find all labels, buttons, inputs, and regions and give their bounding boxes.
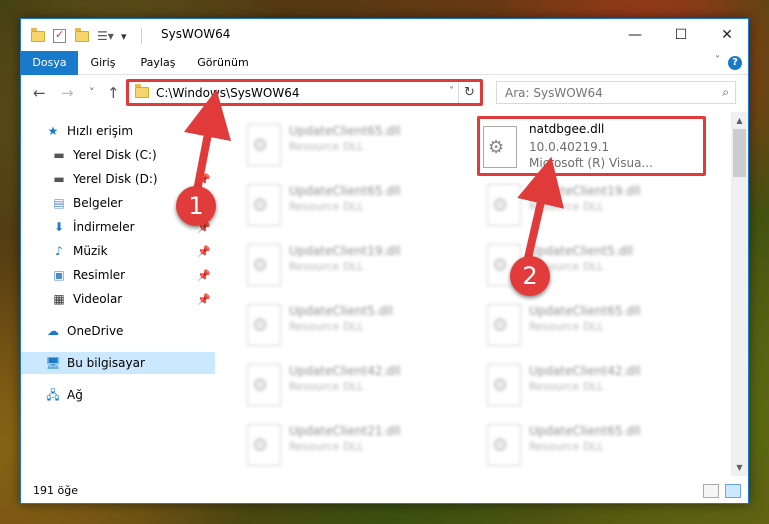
step-1-badge: 1 [176, 186, 216, 226]
step-2-badge: 2 [510, 256, 550, 296]
arrow-1 [183, 89, 232, 197]
annotation-arrows [183, 89, 564, 259]
arrow-2 [517, 156, 564, 259]
